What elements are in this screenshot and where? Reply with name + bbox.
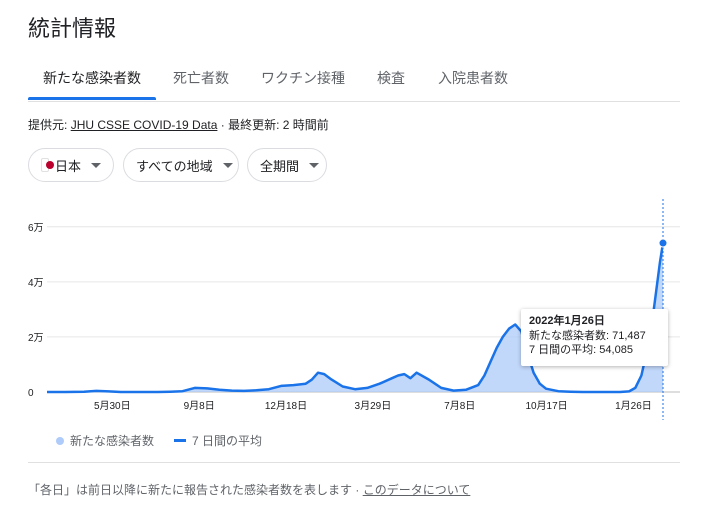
tab-new-cases[interactable]: 新たな感染者数 <box>43 68 141 88</box>
legend-dot-icon <box>56 436 64 445</box>
x-tick-label: 10月17日 <box>525 400 567 412</box>
tooltip-new-cases: 新たな感染者数: 71,487 <box>529 330 646 342</box>
last-updated: · 最終更新: 2 時間前 <box>220 118 329 132</box>
x-tick-label: 7月8日 <box>444 400 475 412</box>
source-prefix: 提供元: <box>28 118 68 132</box>
footnote-text: 「各日」は前日以降に新たに報告された感染者数を表します · <box>28 483 360 497</box>
tab-hospitalized[interactable]: 入院患者数 <box>438 68 508 88</box>
region-filter-label: すべての地域 <box>136 158 213 174</box>
caret-down-icon <box>222 162 233 168</box>
x-tick-label: 5月30日 <box>94 400 131 412</box>
x-tick-label: 1月26日 <box>615 400 652 412</box>
caret-down-icon <box>309 162 320 168</box>
cases-chart[interactable]: 0 2万 4万 6万 5月30日 9月8日 12月18日 3月29日 7月8日 10月17日 1月2… <box>0 195 702 420</box>
divider <box>28 462 680 463</box>
caret-down-icon <box>91 162 101 168</box>
legend-new-cases: 新たな感染者数 <box>70 434 155 448</box>
y-tick-label: 0 <box>28 388 34 399</box>
x-tick-label: 12月18日 <box>265 400 307 412</box>
tab-deaths[interactable]: 死亡者数 <box>173 68 229 88</box>
x-tick-label: 3月29日 <box>355 400 392 412</box>
page-title: 統計情報 <box>28 16 117 41</box>
footnote: 「各日」は前日以降に新たに報告された感染者数を表します · このデータについて <box>28 481 470 498</box>
y-tick-label: 6万 <box>28 223 44 234</box>
tooltip-average: 7 日間の平均: 54,085 <box>529 344 633 356</box>
source-link[interactable]: JHU CSSE COVID-19 Data <box>71 118 218 132</box>
hover-point <box>658 238 668 248</box>
source-line: 提供元: JHU CSSE COVID-19 Data · 最終更新: 2 時間… <box>28 116 329 133</box>
about-data-link[interactable]: このデータについて <box>363 483 471 497</box>
y-tick-label: 4万 <box>28 278 44 289</box>
tab-bar: 新たな感染者数 死亡者数 ワクチン接種 検査 入院患者数 <box>28 64 680 102</box>
region-filter[interactable]: すべての地域 <box>123 148 239 182</box>
chart-legend: 新たな感染者数 7 日間の平均 <box>56 432 262 449</box>
legend-line-icon <box>174 439 187 442</box>
country-filter-label: 日本 <box>54 158 81 174</box>
active-tab-indicator <box>28 97 156 100</box>
period-filter[interactable]: 全期間 <box>247 148 327 182</box>
tab-vaccination[interactable]: ワクチン接種 <box>261 68 345 88</box>
x-tick-label: 9月8日 <box>184 400 215 412</box>
y-tick-label: 2万 <box>28 333 44 344</box>
chart-tooltip: 2022年1月26日 新たな感染者数: 71,487 7 日間の平均: 54,0… <box>521 309 668 366</box>
tooltip-date: 2022年1月26日 <box>529 315 605 327</box>
country-filter[interactable]: 日本 <box>28 148 114 182</box>
japan-flag-icon <box>41 158 54 172</box>
tab-testing[interactable]: 検査 <box>377 68 405 88</box>
legend-average: 7 日間の平均 <box>192 434 263 448</box>
period-filter-label: 全期間 <box>260 158 300 174</box>
